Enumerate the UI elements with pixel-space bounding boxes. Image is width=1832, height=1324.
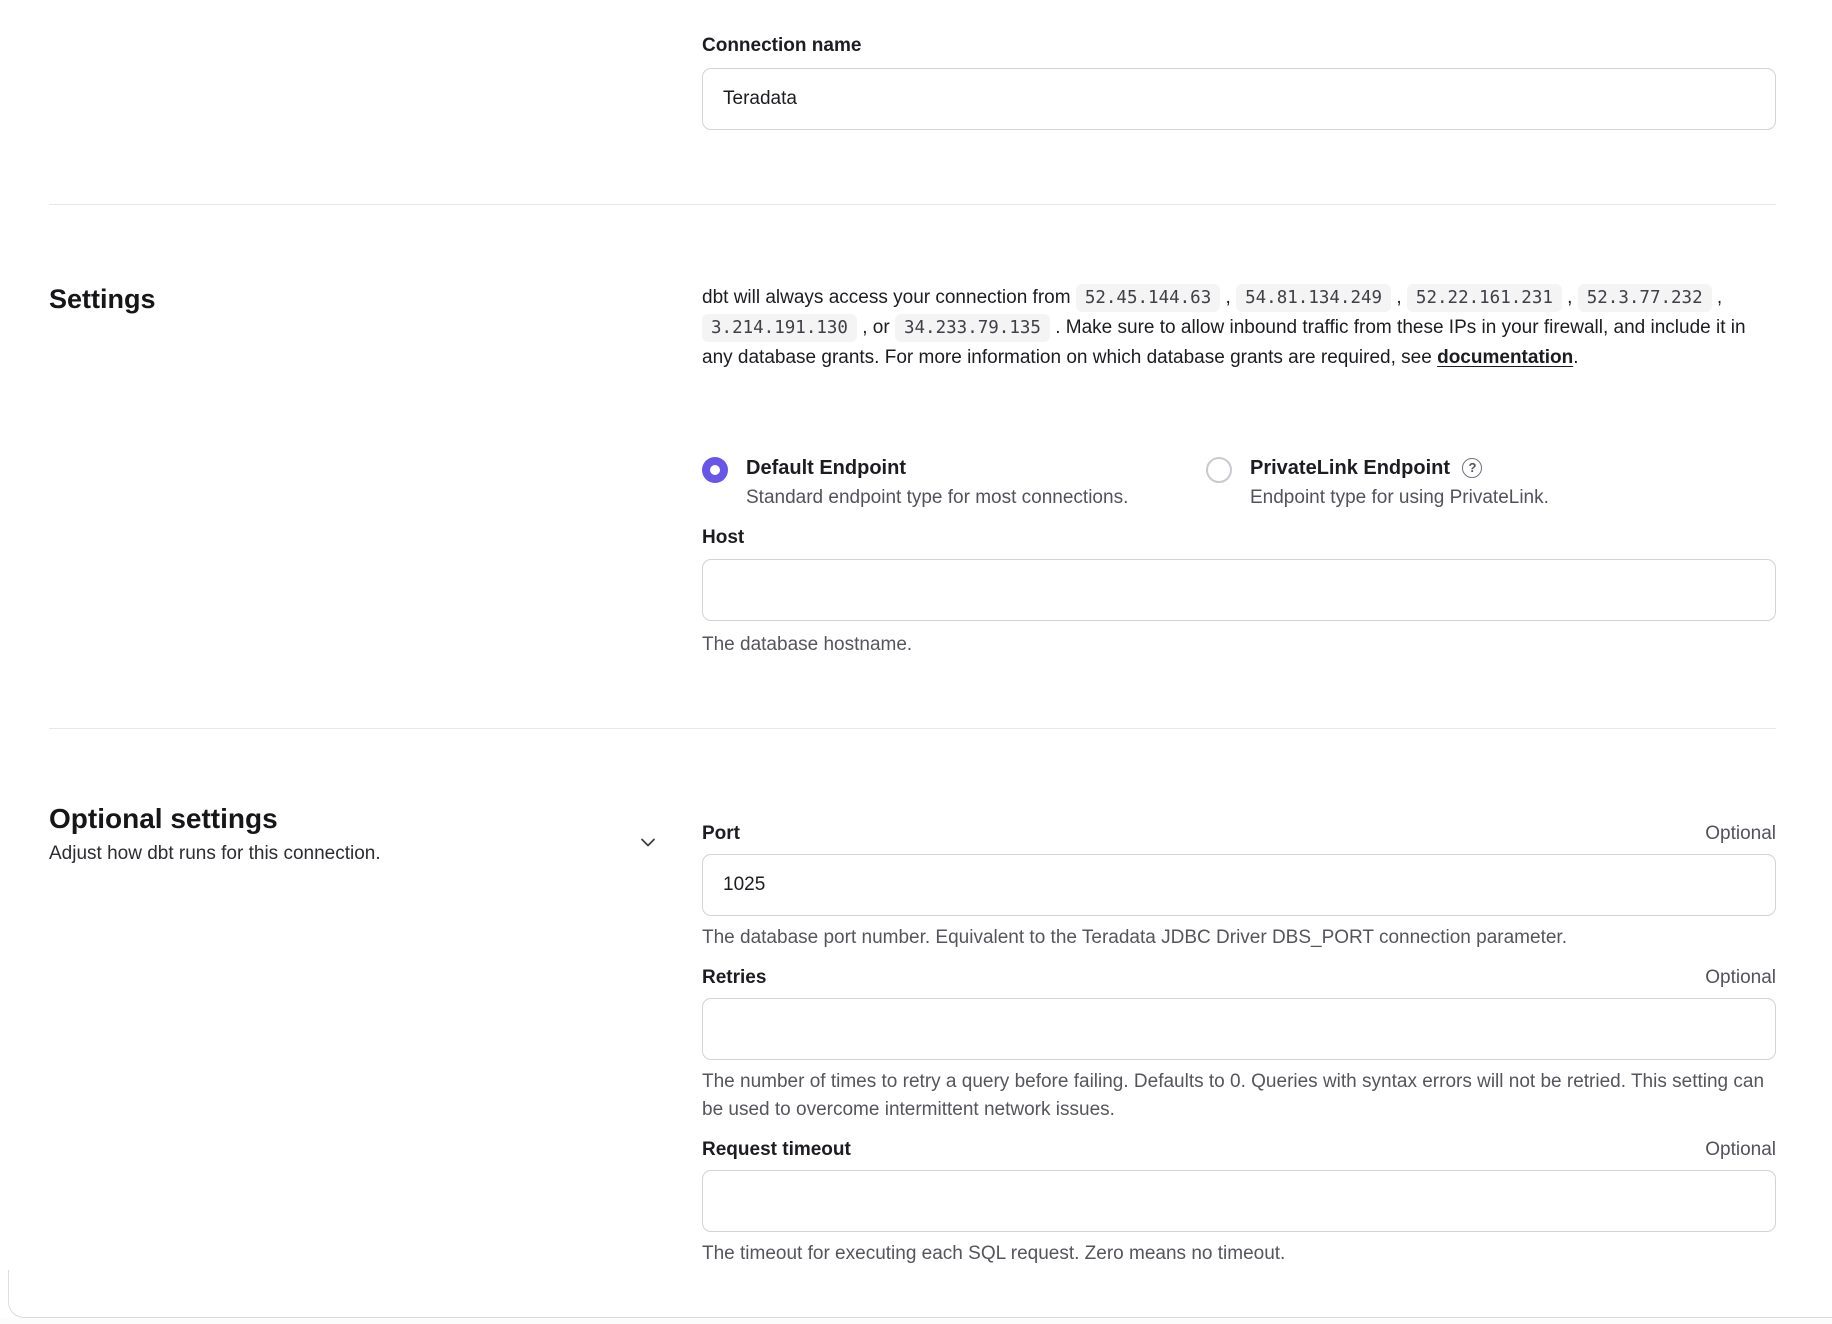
- default-endpoint-option[interactable]: Default Endpoint Standard endpoint type …: [702, 452, 1206, 512]
- ip-chip: 3.214.191.130: [702, 314, 857, 342]
- default-endpoint-description: Standard endpoint type for most connecti…: [746, 484, 1128, 512]
- endpoint-radio-group: Default Endpoint Standard endpoint type …: [702, 452, 1549, 512]
- port-input[interactable]: [702, 854, 1776, 916]
- intro-text: .: [1573, 347, 1578, 368]
- request-timeout-helper-text: The timeout for executing each SQL reque…: [702, 1240, 1776, 1268]
- radio-selected-icon[interactable]: [702, 457, 728, 483]
- connection-name-label: Connection name: [702, 32, 1776, 60]
- default-endpoint-label: Default Endpoint: [746, 452, 1128, 484]
- optional-badge: Optional: [1705, 967, 1776, 989]
- host-helper-text: The database hostname.: [702, 630, 1776, 659]
- page-background: [0, 1318, 1832, 1324]
- ip-chip: 52.3.77.232: [1578, 284, 1712, 312]
- connection-name-input[interactable]: [702, 68, 1776, 130]
- connection-settings-page: Connection name Settings dbt will always…: [0, 0, 1832, 1324]
- intro-text: ,: [1712, 287, 1723, 308]
- optional-settings-heading: Optional settings: [49, 800, 609, 838]
- retries-input[interactable]: [702, 998, 1776, 1060]
- optional-fields: Port Optional The database port number. …: [702, 820, 1776, 1280]
- privatelink-endpoint-option[interactable]: PrivateLink Endpoint ? Endpoint type for…: [1206, 452, 1549, 512]
- request-timeout-input[interactable]: [702, 1170, 1776, 1232]
- port-label: Port: [702, 820, 740, 848]
- optional-badge: Optional: [1705, 823, 1776, 845]
- connection-name-field: Connection name: [702, 32, 1776, 130]
- port-field: Port Optional The database port number. …: [702, 820, 1776, 952]
- port-helper-text: The database port number. Equivalent to …: [702, 924, 1776, 952]
- documentation-link[interactable]: documentation: [1437, 347, 1573, 368]
- retries-label: Retries: [702, 964, 766, 992]
- ip-chip: 52.22.161.231: [1407, 284, 1562, 312]
- settings-intro: dbt will always access your connection f…: [702, 283, 1778, 373]
- optional-settings-subtitle: Adjust how dbt runs for this connection.: [49, 840, 609, 868]
- host-field: Host The database hostname.: [702, 524, 1776, 659]
- optional-settings-header: Optional settings Adjust how dbt runs fo…: [49, 800, 609, 868]
- settings-heading: Settings: [49, 284, 156, 315]
- intro-text: ,: [1220, 287, 1236, 308]
- privatelink-endpoint-label: PrivateLink Endpoint: [1250, 457, 1450, 479]
- request-timeout-label: Request timeout: [702, 1136, 851, 1164]
- optional-badge: Optional: [1705, 1139, 1776, 1161]
- collapse-toggle-button[interactable]: [632, 826, 664, 858]
- help-icon[interactable]: ?: [1462, 458, 1482, 478]
- intro-text: ,: [1562, 287, 1578, 308]
- card-bottom-edge: [8, 1270, 1832, 1318]
- intro-text: dbt will always access your connection f…: [702, 287, 1076, 308]
- host-input[interactable]: [702, 559, 1776, 621]
- intro-text: , or: [857, 317, 895, 338]
- radio-unselected-icon[interactable]: [1206, 457, 1232, 483]
- intro-text: ,: [1391, 287, 1407, 308]
- ip-chip: 54.81.134.249: [1236, 284, 1391, 312]
- retries-helper-text: The number of times to retry a query bef…: [702, 1068, 1776, 1124]
- host-label: Host: [702, 524, 1776, 552]
- retries-field: Retries Optional The number of times to …: [702, 964, 1776, 1124]
- ip-chip: 34.233.79.135: [895, 314, 1050, 342]
- ip-chip: 52.45.144.63: [1076, 284, 1220, 312]
- request-timeout-field: Request timeout Optional The timeout for…: [702, 1136, 1776, 1268]
- privatelink-endpoint-description: Endpoint type for using PrivateLink.: [1250, 484, 1549, 512]
- chevron-down-icon: [636, 830, 660, 854]
- section-divider: [49, 204, 1776, 205]
- section-divider: [49, 728, 1776, 729]
